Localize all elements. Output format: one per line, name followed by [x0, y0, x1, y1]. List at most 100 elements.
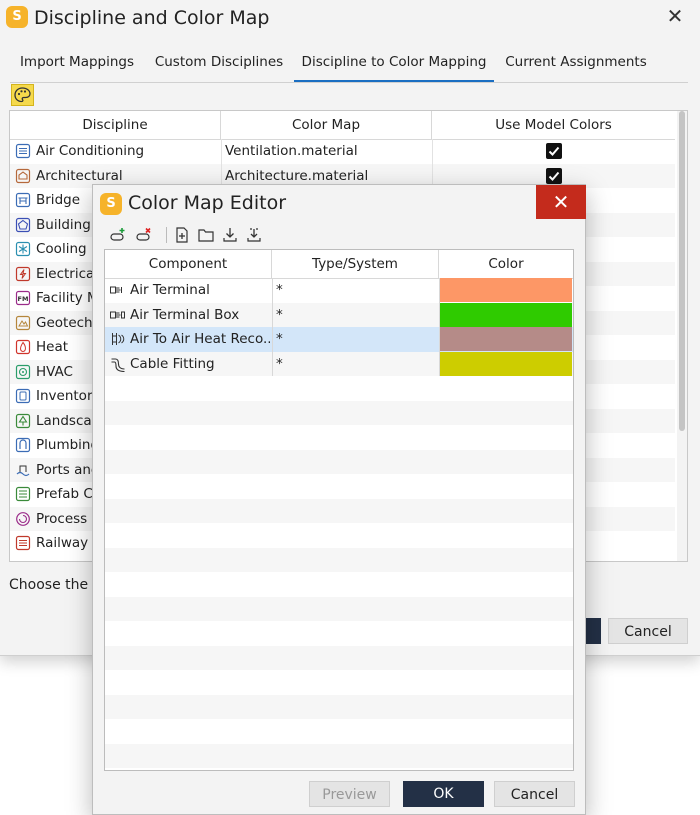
discipline-name: Bridge: [36, 192, 81, 208]
use-model-colors-checkbox[interactable]: [546, 143, 562, 159]
component-cell: Air To Air Heat Reco...: [105, 327, 271, 352]
column-header-color-map[interactable]: Color Map: [221, 111, 432, 139]
railway-icon: [15, 535, 31, 551]
color-swatch[interactable]: [439, 278, 572, 302]
cable-fitting-icon: [111, 357, 125, 372]
type-system-cell[interactable]: *: [276, 278, 436, 303]
column-header-color[interactable]: Color: [439, 250, 573, 278]
column-header-type-system[interactable]: Type/System: [272, 250, 439, 278]
tab-import-mappings[interactable]: Import Mappings: [12, 48, 142, 80]
empty-row: [105, 376, 573, 401]
discipline-name: Air Conditioning: [36, 143, 145, 159]
geotechnical-icon: [15, 315, 31, 330]
heat-icon: [15, 339, 31, 355]
svg-text:FM: FM: [18, 295, 29, 303]
column-header-use-model-colors[interactable]: Use Model Colors: [432, 111, 675, 139]
cancel-button[interactable]: Cancel: [494, 781, 575, 807]
building-icon: [15, 217, 31, 232]
component-cell: Cable Fitting: [105, 352, 271, 377]
window-title: Discipline and Color Map: [34, 7, 270, 29]
discipline-name: Electrical: [36, 265, 99, 282]
tab-discipline-to-color-mapping[interactable]: Discipline to Color Mapping: [294, 48, 494, 82]
discipline-name: Process: [36, 510, 88, 527]
facility-management-icon: FM: [15, 290, 31, 306]
empty-row: [105, 449, 573, 474]
use-model-colors-checkbox[interactable]: [546, 167, 562, 184]
empty-row: [105, 498, 573, 523]
discipline-name: Building: [36, 216, 91, 233]
electrical-icon: [15, 266, 31, 281]
air-terminal-box-icon: [110, 311, 125, 318]
tab-current-assignments[interactable]: Current Assignments: [500, 48, 652, 80]
toolbar-separator: [166, 227, 167, 243]
plumbing-icon: [15, 437, 31, 453]
color-map-cell[interactable]: Ventilation.material: [225, 139, 425, 164]
heat-recovery-icon: [112, 333, 125, 345]
component-cell: Air Terminal Box: [105, 303, 271, 328]
column-divider: [272, 278, 273, 376]
prefab-icon: [15, 486, 31, 502]
table-row[interactable]: Air To Air Heat Reco... *: [105, 327, 573, 352]
ok-button[interactable]: OK: [403, 781, 484, 807]
close-icon[interactable]: ✕: [664, 5, 686, 27]
import-icon[interactable]: [245, 226, 263, 244]
discipline-name: Inventor: [36, 388, 93, 404]
vertical-scrollbar[interactable]: [677, 111, 687, 561]
column-divider: [439, 278, 440, 376]
ports-icon: [16, 465, 30, 476]
discipline-name: Cooling: [36, 241, 87, 257]
table-row[interactable]: Air Terminal Box *: [105, 302, 573, 328]
tab-custom-disciplines[interactable]: Custom Disciplines: [150, 48, 288, 80]
add-row-icon[interactable]: [109, 226, 127, 244]
cancel-button[interactable]: Cancel: [608, 618, 688, 644]
table-row[interactable]: Air Conditioning Ventilation.material: [10, 139, 675, 164]
component-name: Air Terminal Box: [130, 306, 240, 323]
column-header-component[interactable]: Component: [105, 250, 272, 278]
discipline-cell: Air Conditioning: [10, 139, 220, 164]
table-row[interactable]: Cable Fitting *: [105, 351, 573, 377]
download-icon[interactable]: [221, 226, 239, 244]
landscape-icon: [15, 413, 31, 428]
discipline-name: Railway: [36, 535, 89, 551]
dialog-title: Color Map Editor: [128, 192, 287, 214]
discipline-name: Ports and: [36, 461, 100, 478]
empty-row: [105, 719, 573, 744]
grid-header: Component Type/System Color: [105, 250, 573, 279]
close-icon[interactable]: ✕: [536, 185, 586, 219]
architectural-icon: [15, 168, 31, 183]
discipline-name: HVAC: [36, 363, 73, 380]
remove-row-icon[interactable]: [135, 226, 153, 244]
status-text: Choose the d: [9, 577, 102, 593]
component-name: Air Terminal: [130, 282, 210, 298]
table-row[interactable]: Air Terminal *: [105, 278, 573, 303]
preview-button[interactable]: Preview: [309, 781, 390, 807]
column-header-discipline[interactable]: Discipline: [10, 111, 221, 139]
open-folder-icon[interactable]: [197, 226, 215, 244]
app-logo-icon: S: [100, 193, 122, 215]
empty-row: [105, 645, 573, 670]
color-swatch[interactable]: [439, 351, 572, 376]
empty-row: [105, 596, 573, 621]
air-terminal-icon: [110, 286, 122, 294]
type-system-cell[interactable]: *: [276, 303, 436, 328]
empty-row: [105, 572, 573, 597]
app-logo-icon: S: [6, 6, 28, 28]
tab-bar: Import Mappings Custom Disciplines Disci…: [10, 48, 688, 83]
new-file-icon[interactable]: [173, 226, 191, 244]
empty-row: [105, 743, 573, 768]
component-name: Air To Air Heat Reco...: [130, 331, 270, 347]
empty-row: [105, 523, 573, 548]
process-icon: [16, 511, 30, 526]
palette-icon[interactable]: [11, 84, 34, 106]
empty-row: [105, 621, 573, 646]
empty-row: [105, 474, 573, 499]
empty-row: [105, 547, 573, 572]
bridge-icon: [15, 192, 31, 208]
type-system-cell[interactable]: *: [276, 327, 436, 352]
color-swatch[interactable]: [439, 327, 572, 351]
discipline-name: Landscap: [36, 412, 101, 429]
scrollbar-thumb[interactable]: [679, 111, 685, 431]
empty-row: [105, 694, 573, 719]
type-system-cell[interactable]: *: [276, 352, 436, 377]
color-swatch[interactable]: [439, 302, 572, 327]
